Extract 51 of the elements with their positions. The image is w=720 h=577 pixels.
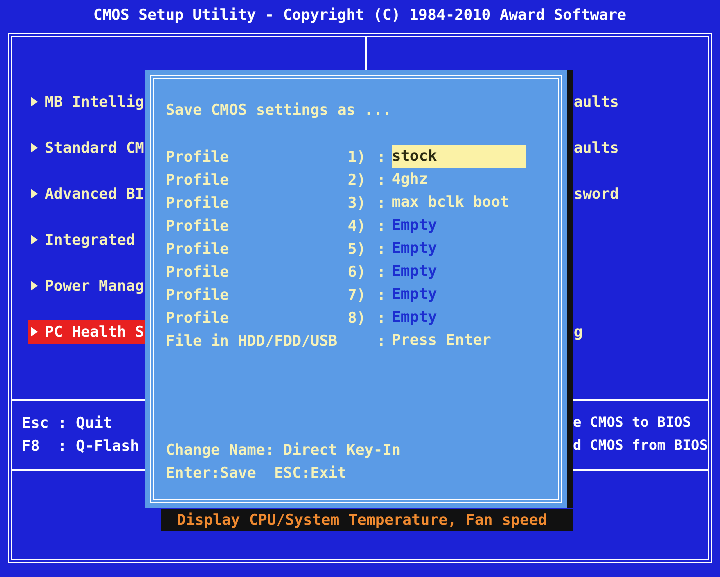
separator: : — [376, 216, 387, 234]
profile-label: Profile — [166, 240, 230, 258]
arrow-icon — [30, 96, 39, 108]
key-hint: Esc : Quit — [22, 413, 114, 434]
profile-name-field[interactable]: stock — [392, 145, 526, 168]
separator: : — [376, 262, 387, 280]
key-hint: Change Name: Direct Key-In — [166, 440, 401, 461]
menu-item[interactable]: Power Manag — [28, 274, 149, 298]
key-hint: Enter:Save ESC:Exit — [166, 463, 347, 484]
menu-item[interactable]: MB Intellig — [28, 90, 149, 114]
arrow-icon — [30, 234, 39, 246]
separator: : — [376, 194, 387, 212]
separator: : — [376, 148, 387, 166]
menu-item[interactable]: aults — [574, 93, 620, 111]
separator: : — [376, 286, 387, 304]
menu-item[interactable]: Standard CM — [28, 136, 149, 160]
profile-number: 2) — [346, 170, 366, 188]
menu-item[interactable]: sword — [574, 185, 620, 203]
profile-number: 7) — [346, 286, 366, 304]
arrow-icon — [30, 142, 39, 154]
menu-item[interactable]: Integrated — [28, 228, 149, 252]
menu-item[interactable]: g — [574, 323, 584, 341]
profile-label: Profile — [166, 216, 230, 234]
separator: : — [376, 332, 387, 350]
arrow-icon — [30, 326, 39, 338]
arrow-icon — [30, 188, 39, 200]
profile-label: Profile — [166, 286, 230, 304]
profile-label: Profile — [166, 148, 230, 166]
key-hint: e CMOS to BIOS — [573, 414, 692, 433]
menu-item[interactable]: aults — [574, 139, 620, 157]
window-title: CMOS Setup Utility - Copyright (C) 1984-2010 Award Software — [94, 6, 626, 24]
profile-number: 1) — [346, 148, 366, 166]
separator: : — [376, 170, 387, 188]
arrow-icon — [30, 280, 39, 292]
file-label: File in HDD/FDD/USB — [166, 332, 339, 350]
dialog-title: Save CMOS settings as ... — [166, 100, 392, 121]
separator: : — [376, 308, 387, 326]
profile-label: Profile — [166, 194, 230, 212]
profile-label: Profile — [166, 170, 230, 188]
key-hint: d CMOS from BIOS — [573, 437, 708, 456]
key-hint: F8 : Q-Flash — [22, 436, 140, 457]
profile-number: 3) — [346, 194, 366, 212]
profile-label: Profile — [166, 262, 230, 280]
separator: : — [376, 240, 387, 258]
profile-label: Profile — [166, 308, 230, 326]
menu-item[interactable]: Advanced BI — [28, 182, 149, 206]
status-text: Display CPU/System Temperature, Fan speed — [177, 511, 548, 529]
profile-number: 4) — [346, 216, 366, 234]
profile-number: 8) — [346, 308, 366, 326]
profile-number: 6) — [346, 262, 366, 280]
profile-number: 5) — [346, 240, 366, 258]
